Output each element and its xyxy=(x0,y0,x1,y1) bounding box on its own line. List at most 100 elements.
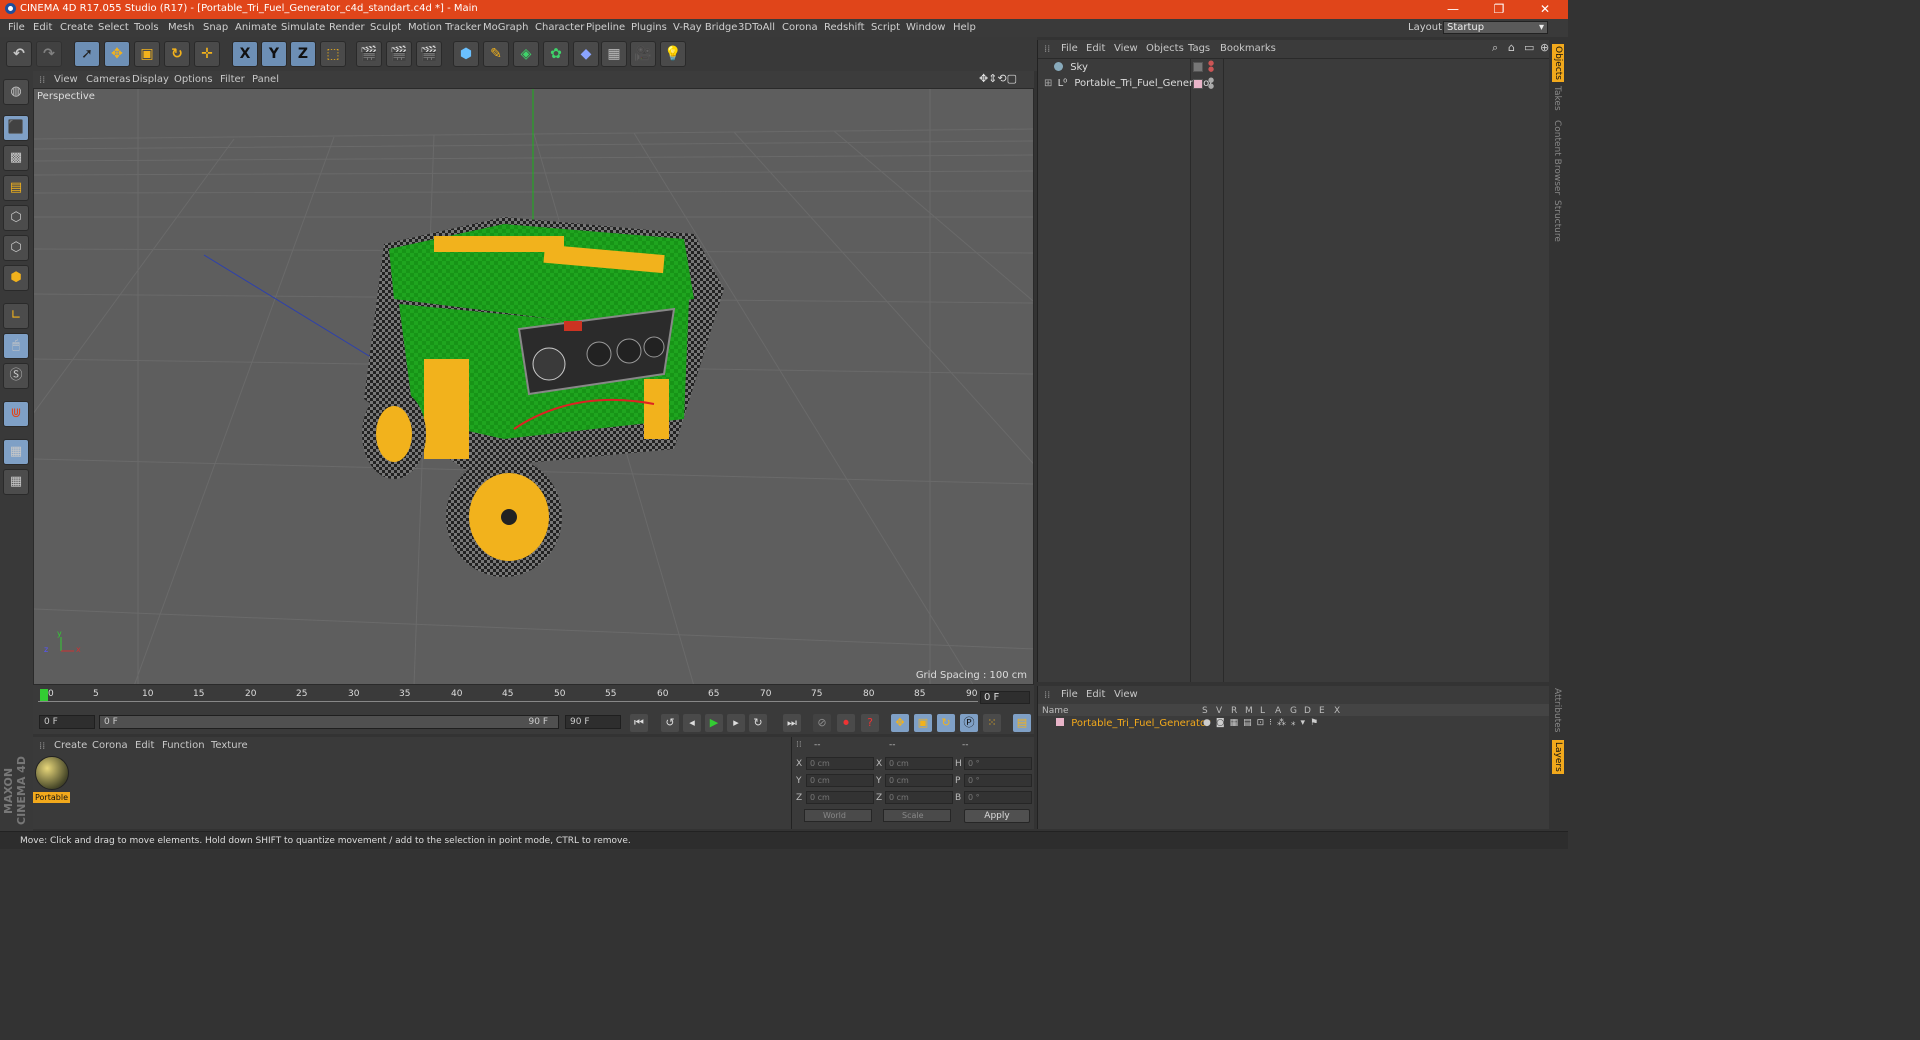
menu-edit[interactable]: Edit xyxy=(33,22,52,33)
motion-path-button[interactable]: ⊘ xyxy=(813,714,831,732)
tab-structure[interactable]: Structure xyxy=(1552,200,1562,242)
add-deformer-button[interactable]: ◆ xyxy=(573,41,599,67)
tab-content-browser[interactable]: Content Browser xyxy=(1552,120,1562,195)
layer-color-swatch[interactable] xyxy=(1056,718,1064,726)
material-menu-texture[interactable]: Texture xyxy=(211,740,248,751)
current-frame-field[interactable]: 0 F xyxy=(980,691,1030,704)
layers-menu-edit[interactable]: Edit xyxy=(1086,689,1105,700)
layers-menu-file[interactable]: File xyxy=(1061,689,1078,700)
rot-p-field[interactable]: 0 ° xyxy=(964,774,1032,787)
menu-redshift[interactable]: Redshift xyxy=(824,22,865,33)
material-tag-icon[interactable] xyxy=(1193,79,1203,89)
column-s[interactable]: S xyxy=(1202,706,1208,716)
menu-tools[interactable]: Tools xyxy=(134,22,159,33)
timeline-window-button[interactable]: ▤ xyxy=(1013,714,1031,732)
size-mode-dropdown[interactable]: Scale xyxy=(883,809,951,822)
menu-snap[interactable]: Snap xyxy=(203,22,228,33)
column-g[interactable]: G xyxy=(1290,706,1297,716)
undo-button[interactable]: ↶ xyxy=(6,41,32,67)
perspective-viewport[interactable]: Perspective y x z Grid Spacing : 100 cm xyxy=(33,88,1034,685)
menu-character[interactable]: Character xyxy=(535,22,584,33)
edges-mode-button[interactable]: ⬡ xyxy=(3,235,29,261)
column-r[interactable]: R xyxy=(1231,706,1237,716)
add-mograph-button[interactable]: ✿ xyxy=(543,41,569,67)
make-editable-button[interactable]: ◍ xyxy=(3,79,29,105)
material-menu-corona[interactable]: Corona xyxy=(92,740,128,751)
render-settings-button[interactable]: 🎬 xyxy=(416,41,442,67)
redo-button[interactable]: ↷ xyxy=(36,41,62,67)
menu-script[interactable]: Script xyxy=(871,22,900,33)
key-position-button[interactable]: ✥ xyxy=(891,714,909,732)
add-cube-button[interactable]: ⬢ xyxy=(453,41,479,67)
rot-b-field[interactable]: 0 ° xyxy=(964,791,1032,804)
key-parameter-button[interactable]: Ⓟ xyxy=(960,714,978,732)
key-rotation-button[interactable]: ↻ xyxy=(937,714,955,732)
timeline-playhead[interactable] xyxy=(40,689,48,701)
menu-window[interactable]: Window xyxy=(906,22,945,33)
start-frame-field[interactable]: 0 F xyxy=(39,715,95,729)
viewport-navigation-icons[interactable]: ✥⇕⟲▢ xyxy=(979,72,1017,85)
play-button[interactable]: ▶ xyxy=(705,714,723,732)
points-mode-button[interactable]: ⬡ xyxy=(3,205,29,231)
expand-toggle-icon[interactable]: ⊞ xyxy=(1044,78,1052,89)
menu-3dtoall[interactable]: 3DToAll xyxy=(738,22,775,33)
menu-plugins[interactable]: Plugins xyxy=(631,22,667,33)
viewport-menu-filter[interactable]: Filter xyxy=(220,74,245,85)
menu-vray-bridge[interactable]: V-Ray Bridge xyxy=(673,22,737,33)
next-key-button[interactable]: ↻ xyxy=(749,714,767,732)
lock-workplane-button[interactable]: ▦ xyxy=(3,439,29,465)
apply-button[interactable]: Apply xyxy=(964,809,1030,823)
visibility-dots-icon[interactable]: ● ● xyxy=(1208,77,1214,90)
menu-create[interactable]: Create xyxy=(60,22,93,33)
objects-menu-edit[interactable]: Edit xyxy=(1086,43,1105,54)
visibility-dots-icon[interactable]: ● ● xyxy=(1208,60,1214,73)
pos-y-field[interactable]: 0 cm xyxy=(806,774,874,787)
add-spline-button[interactable]: ✎ xyxy=(483,41,509,67)
move-tool[interactable]: ✥ xyxy=(104,41,130,67)
column-x[interactable]: X xyxy=(1334,706,1340,716)
size-y-field[interactable]: 0 cm xyxy=(885,774,953,787)
object-row-sky[interactable]: Sky xyxy=(1044,62,1088,77)
layer-row[interactable]: Portable_Tri_Fuel_Generator xyxy=(1044,718,1210,729)
render-picture-viewer-button[interactable]: 🎬 xyxy=(386,41,412,67)
menu-motion-tracker[interactable]: Motion Tracker xyxy=(408,22,481,33)
tab-attributes[interactable]: Attributes xyxy=(1552,688,1562,732)
coordinate-system-button[interactable]: ⬚ xyxy=(320,41,346,67)
search-icon[interactable]: ⌕ xyxy=(1492,41,1498,55)
workplane-mode-button[interactable]: ▤ xyxy=(3,175,29,201)
frame-range-slider[interactable]: 0 F 90 F xyxy=(99,715,559,729)
go-to-start-button[interactable]: ⏮ xyxy=(630,714,648,732)
y-axis-lock[interactable]: Y xyxy=(261,41,287,67)
viewport-menu-panel[interactable]: Panel xyxy=(252,74,279,85)
tab-takes[interactable]: Takes xyxy=(1552,86,1562,111)
expand-icon[interactable]: ⊕ xyxy=(1540,41,1549,54)
add-scene-button[interactable]: ▦ xyxy=(601,41,627,67)
planar-workplane-button[interactable]: ▦ xyxy=(3,469,29,495)
timeline[interactable]: 0 5 10 15 20 25 30 35 40 45 50 55 60 65 … xyxy=(33,685,1034,712)
layers-menu-view[interactable]: View xyxy=(1114,689,1138,700)
z-axis-lock[interactable]: Z xyxy=(290,41,316,67)
menu-mograph[interactable]: MoGraph xyxy=(483,22,528,33)
previous-frame-button[interactable]: ◂ xyxy=(683,714,701,732)
viewport-menu-view[interactable]: View xyxy=(54,74,78,85)
column-name[interactable]: Name xyxy=(1042,706,1069,716)
viewport-menu-options[interactable]: Options xyxy=(174,74,213,85)
column-m[interactable]: M xyxy=(1245,706,1253,716)
x-axis-lock[interactable]: X xyxy=(232,41,258,67)
column-d[interactable]: D xyxy=(1304,706,1311,716)
live-selection-tool[interactable]: ➚ xyxy=(74,41,100,67)
texture-mode-button[interactable]: ▩ xyxy=(3,145,29,171)
home-icon[interactable]: ⌂ xyxy=(1508,41,1515,54)
column-e[interactable]: E xyxy=(1319,706,1325,716)
column-v[interactable]: V xyxy=(1216,706,1222,716)
maximize-button[interactable]: ❐ xyxy=(1476,0,1522,19)
transform-tool[interactable]: ✛ xyxy=(194,41,220,67)
go-to-end-button[interactable]: ⏭ xyxy=(783,714,801,732)
minimize-button[interactable]: — xyxy=(1430,0,1476,19)
menu-sculpt[interactable]: Sculpt xyxy=(370,22,401,33)
previous-key-button[interactable]: ↺ xyxy=(661,714,679,732)
objects-menu-file[interactable]: File xyxy=(1061,43,1078,54)
add-camera-button[interactable]: 🎥 xyxy=(630,41,656,67)
timeline-ruler[interactable]: 0 5 10 15 20 25 30 35 40 45 50 55 60 65 … xyxy=(38,687,978,709)
column-a[interactable]: A xyxy=(1275,706,1281,716)
